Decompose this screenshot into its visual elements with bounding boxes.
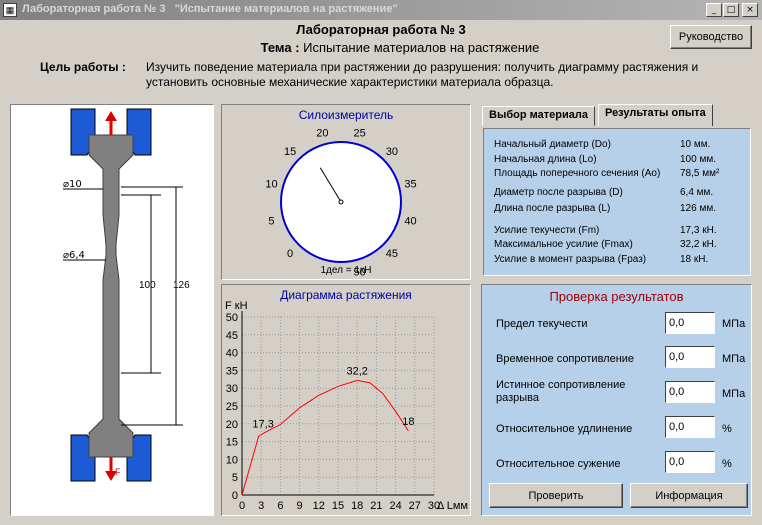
topic-text: Испытание материалов на растяжение: [299, 40, 540, 55]
result-row: Начальный диаметр (Do) 10 мм.: [494, 139, 711, 150]
y-axis-label: F кН: [225, 300, 248, 312]
check-label-contraction: Относительное сужение: [496, 458, 621, 470]
dynamometer-panel: Силоизмеритель 0 5 10 15 20 25 30 35 40 45 50 1дел…: [221, 104, 471, 280]
tab-material-selection[interactable]: Выбор материала: [482, 106, 595, 126]
y-tick-label: 25: [226, 401, 238, 413]
app-icon: ▦: [3, 3, 17, 17]
x-tick-label: 18: [351, 500, 363, 512]
specimen-drawing: F F ⌀10 ⌀6,4 100 126: [63, 108, 190, 482]
dial-scale-label: 5: [268, 216, 274, 228]
y-tick-label: 15: [226, 437, 238, 449]
y-tick-label: 40: [226, 348, 238, 360]
bottom-force-label: F: [115, 467, 121, 477]
check-panel: Проверка результатов Предел текучести МП…: [481, 284, 752, 516]
y-tick-label: 50: [226, 312, 238, 324]
dial-scale-label: 25: [354, 127, 366, 139]
true-rupture-strength-input[interactable]: [665, 381, 715, 403]
elongation-input[interactable]: [665, 416, 715, 438]
x-tick-label: 0: [239, 500, 245, 512]
title-bar: ▦ Лабораторная работа № 3 "Испытание мат…: [0, 0, 762, 20]
result-row: Максимальное усилие (Fmax) 32,2 кН.: [494, 239, 717, 250]
y-tick-label: 45: [226, 330, 238, 342]
result-row: Площадь поперечного сечения (Ao) 78,5 мм²: [494, 168, 720, 179]
x-tick-label: 27: [409, 500, 421, 512]
x-tick-label: 12: [313, 500, 325, 512]
x-tick-label: 6: [277, 500, 283, 512]
check-unit: %: [722, 423, 732, 435]
y-tick-label: 5: [232, 472, 238, 484]
x-tick-label: 24: [389, 500, 401, 512]
maximize-button[interactable]: □: [723, 3, 739, 17]
length-after-label: 126: [173, 280, 190, 291]
dial-scale-label: 45: [386, 248, 398, 260]
y-tick-label: 20: [226, 419, 238, 431]
dia-after-label: ⌀6,4: [63, 250, 85, 261]
check-label-yield: Предел текучести: [496, 318, 588, 330]
dial-scale-label: 30: [386, 146, 398, 158]
result-row: Усилие текучести (Fm) 17,3 кН.: [494, 225, 717, 236]
contraction-input[interactable]: [665, 451, 715, 473]
check-unit: %: [722, 458, 732, 470]
result-row: Диаметр после разрыва (D) 6,4 мм.: [494, 187, 714, 198]
check-label-elongation: Относительное удлинение: [496, 423, 633, 435]
dynamometer-dial: 05101520 253035404550: [265, 127, 416, 278]
x-tick-label: 3: [258, 500, 264, 512]
x-tick-label: 15: [332, 500, 344, 512]
tab-experiment-results[interactable]: Результаты опыта: [598, 104, 713, 126]
yield-strength-input[interactable]: [665, 312, 715, 334]
window-title: Лабораторная работа № 3 "Испытание матер…: [22, 3, 398, 15]
y-tick-label: 0: [232, 490, 238, 502]
ultimate-strength-input[interactable]: [665, 346, 715, 368]
results-panel: Начальный диаметр (Do) 10 мм. Начальная д…: [483, 128, 751, 276]
diagram-curve: [241, 379, 409, 496]
minimize-button[interactable]: _: [706, 3, 722, 17]
y-tick-label: 30: [226, 383, 238, 395]
topic-label: Тема :: [260, 40, 300, 55]
dial-scale-label: 15: [284, 146, 296, 158]
y-tick-label: 35: [226, 365, 238, 377]
check-label-ultimate: Временное сопротивление: [496, 353, 635, 365]
x-axis-label: Δ Lмм: [437, 500, 468, 512]
result-row: Длина после разрыва (L) 126 мм.: [494, 203, 716, 214]
diagram-panel: Диаграмма растяжения 0 3 6 9 12 15 18 21 24 27 30 0…: [221, 284, 471, 516]
dial-scale-label: 40: [404, 216, 416, 228]
check-title: Проверка результатов: [549, 289, 684, 304]
point-label: 18: [402, 416, 414, 428]
point-label: 17,3: [252, 418, 273, 430]
dial-scale-label: 35: [404, 178, 416, 190]
dial-scale-label: 10: [265, 178, 277, 190]
length-initial-label: 100: [139, 280, 156, 291]
goal-text: Изучить поведение материала при растяжен…: [146, 60, 699, 89]
guide-button[interactable]: Руководство: [670, 25, 752, 49]
result-row: Начальная длина (Lo) 100 мм.: [494, 154, 716, 165]
check-label-true-rupture: Истинное сопротивление разрыва: [496, 379, 626, 404]
dial-pivot: [338, 199, 344, 205]
result-row: Усилие в момент разрыва (Fраз) 18 кН.: [494, 254, 709, 265]
top-force-label: F: [115, 125, 121, 135]
tension-diagram: 0 3 6 9 12 15 18 21 24 27 3005101520253035404550F …: [225, 300, 468, 512]
check-unit: МПа: [722, 318, 746, 330]
information-button[interactable]: Информация: [630, 483, 748, 508]
y-tick-label: 10: [226, 454, 238, 466]
goal-label: Цель работы :: [40, 60, 126, 74]
check-button[interactable]: Проверить: [489, 483, 623, 508]
dial-scale-label: 0: [287, 248, 293, 260]
dial-scale-label: 20: [316, 127, 328, 139]
close-button[interactable]: ×: [742, 3, 758, 17]
point-label: 32,2: [346, 365, 367, 377]
check-unit: МПа: [722, 388, 746, 400]
dynamometer-division: 1дел = 1кН: [320, 265, 372, 276]
page-title: Лабораторная работа № 3: [296, 22, 466, 37]
specimen-body: [88, 134, 134, 458]
x-tick-label: 21: [370, 500, 382, 512]
topic-line: Тема : Испытание материалов на растяжени…: [0, 40, 762, 55]
specimen-panel: F F ⌀10 ⌀6,4 100 126: [10, 104, 214, 516]
x-tick-label: 9: [297, 500, 303, 512]
dia-initial-label: ⌀10: [63, 179, 82, 190]
check-unit: МПа: [722, 353, 746, 365]
